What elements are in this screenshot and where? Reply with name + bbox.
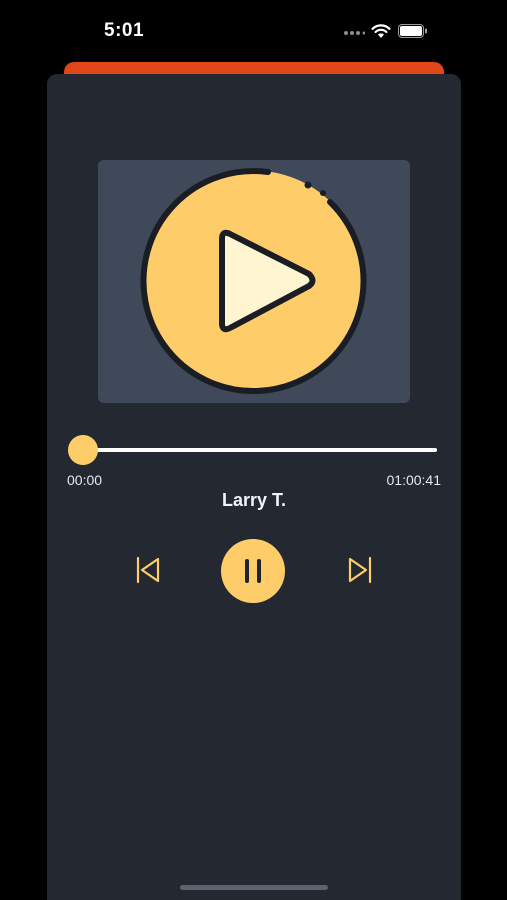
play-icon	[140, 168, 367, 395]
duration-time: 01:00:41	[386, 472, 442, 488]
status-time: 5:01	[104, 20, 145, 41]
player-card: 00:00 01:00:41 Larry T.	[47, 74, 461, 900]
skip-previous-icon[interactable]	[133, 555, 163, 585]
screen: 5:01 00:00 01:00:41 Larry T.	[0, 0, 507, 900]
artwork	[98, 160, 410, 403]
track-title: Larry T.	[221, 490, 287, 510]
cellular-dots-icon	[344, 31, 365, 35]
progress-thumb[interactable]	[68, 435, 98, 465]
elapsed-time: 00:00	[67, 472, 103, 488]
battery-icon	[398, 24, 427, 38]
skip-next-icon[interactable]	[345, 555, 375, 585]
playback-controls	[47, 539, 461, 603]
home-indicator[interactable]	[180, 885, 328, 890]
pause-button[interactable]	[221, 539, 285, 603]
wifi-icon	[371, 24, 391, 38]
progress-track[interactable]	[83, 448, 437, 452]
pause-icon	[245, 559, 261, 583]
status-bar: 5:01	[0, 0, 507, 60]
